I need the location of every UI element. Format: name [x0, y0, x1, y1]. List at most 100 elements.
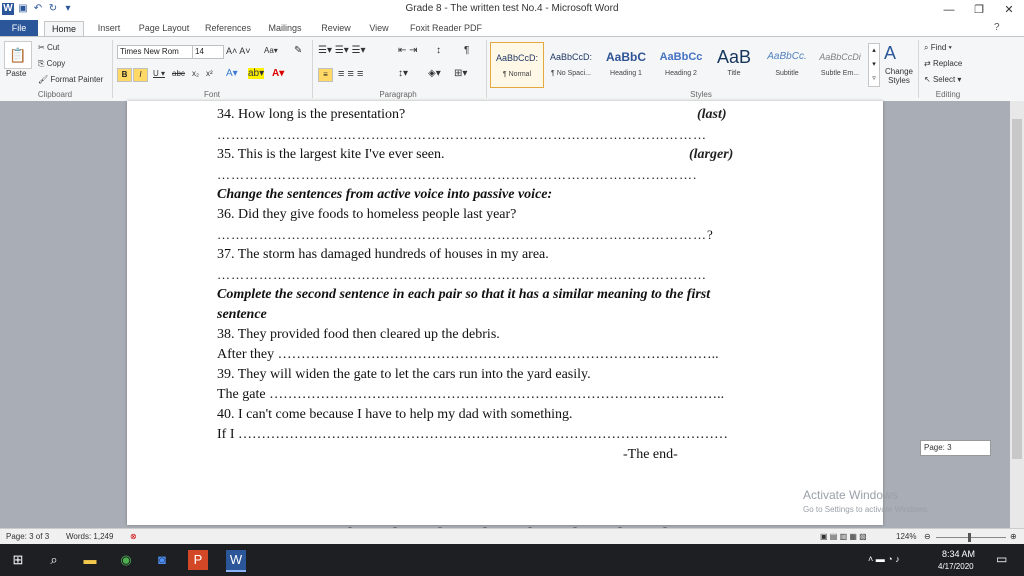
brush-icon: 🖌 [38, 75, 51, 84]
tab-review[interactable]: Review [316, 21, 356, 36]
bold-button[interactable]: B [117, 68, 132, 82]
change-styles-button[interactable]: Change Styles [882, 67, 916, 85]
zoom-slider[interactable] [936, 537, 1006, 538]
change-styles-icon[interactable]: A [884, 43, 896, 64]
close-icon[interactable]: ✕ [994, 0, 1024, 20]
line-spacing-icon[interactable]: ↕▾ [398, 68, 408, 79]
align-left-button[interactable]: ≡ [318, 68, 333, 82]
strikethrough-button[interactable]: abc [172, 69, 185, 78]
font-size-select[interactable]: 14 [192, 45, 224, 59]
answer-39: The gate …………………………………………………………………………………… [217, 387, 725, 402]
document-page[interactable]: 34. How long is the presentation? (last)… [127, 101, 883, 525]
file-explorer-icon[interactable]: ▬ [80, 550, 100, 570]
superscript-button[interactable]: x² [206, 69, 213, 78]
cursor-icon: ↖ [924, 75, 933, 84]
chrome-icon[interactable]: ◉ [116, 550, 136, 570]
tab-file[interactable]: File [0, 20, 38, 36]
sort-icon[interactable]: ↕ [436, 45, 441, 56]
style-heading-1[interactable]: AaBbC Heading 1 [600, 42, 652, 86]
indent-icon[interactable]: ⇤ ⇥ [398, 45, 418, 56]
clipboard-icon[interactable]: 📋 [4, 41, 32, 69]
help-icon[interactable]: ? [994, 22, 1000, 33]
status-bar: Page: 3 of 3 Words: 1,249 ⊗ ▣ ▤ ▥ ▦ ▧ 12… [0, 528, 1024, 545]
italic-button[interactable]: I [133, 68, 148, 82]
underline-button[interactable]: U ▾ [153, 69, 165, 78]
the-end: -The end- [623, 447, 678, 462]
copy-button[interactable]: ⎘ Copy [38, 59, 65, 69]
style-subtle-emphasis[interactable]: AaBbCcDi Subtle Em... [814, 42, 866, 86]
style-sample: AaBbCcD: [495, 53, 539, 63]
page-count[interactable]: Page: 3 of 3 [6, 532, 49, 541]
tray-icons[interactable]: ˄ ▬ ◔ ♪ [868, 554, 900, 564]
group-label-paragraph: Paragraph [379, 90, 417, 99]
scroll-thumb[interactable] [1012, 119, 1022, 459]
zoom-out-icon[interactable]: ⊖ [924, 532, 931, 541]
clock-date[interactable]: 4/17/2020 [938, 562, 974, 571]
cut-button[interactable]: ✂ Cut [38, 43, 59, 52]
zoom-app-icon[interactable]: ◙ [152, 550, 172, 570]
taskbar: ⊞ ⌕ ▬ ◉ ◙ P W ˄ ▬ ◔ ♪ 8:34 AM 4/17/2020 … [0, 544, 1024, 576]
subscript-button[interactable]: x₂ [192, 69, 199, 78]
tab-mailings[interactable]: Mailings [262, 21, 308, 36]
notification-icon[interactable]: ▭ [996, 552, 1007, 566]
text-effects-icon[interactable]: A▾ [226, 68, 238, 79]
minimize-icon[interactable]: — [934, 0, 964, 20]
windows-start-icon[interactable]: ⊞ [8, 550, 28, 570]
style-title[interactable]: AaB Title [708, 42, 760, 86]
restore-icon[interactable]: ❐ [964, 0, 994, 20]
grow-font-icon[interactable]: A˄ A˅ [226, 46, 251, 56]
zoom-slider-thumb[interactable] [968, 533, 971, 542]
search-icon[interactable]: ⌕ [44, 550, 64, 570]
ribbon: 📋 Paste ✂ Cut ⎘ Copy 🖌 Format Painter Cl… [0, 36, 1024, 102]
tab-view[interactable]: View [362, 21, 396, 36]
zoom-level[interactable]: 124% [896, 532, 916, 541]
align-center-icon[interactable]: ≡ ≡ ≡ [338, 68, 363, 80]
answer-line: …………………………………………………………………………………………… [217, 127, 707, 142]
shading-icon[interactable]: ◈▾ [428, 68, 441, 79]
style-heading-2[interactable]: AaBbCc Heading 2 [655, 42, 707, 86]
style-sample: AaBbCc. [767, 51, 807, 62]
borders-icon[interactable]: ⊞▾ [454, 68, 467, 79]
format-painter-label: Format Painter [50, 75, 104, 84]
answer-line: …………………………………………………………………………………………. [217, 167, 698, 182]
styles-scroll[interactable]: ▴ ▾ ▿ [868, 43, 880, 87]
cut-label: Cut [46, 43, 60, 52]
select-button[interactable]: ↖ Select ▾ [924, 75, 961, 84]
word-count[interactable]: Words: 1,249 [66, 532, 113, 541]
vertical-scrollbar[interactable] [1010, 101, 1024, 528]
question-34: 34. How long is the presentation? [217, 107, 406, 122]
powerpoint-icon[interactable]: P [188, 550, 208, 570]
find-label: Find [930, 43, 947, 52]
section-heading-rewrite: Complete the second sentence in each pai… [217, 287, 711, 302]
question-38: 38. They provided food then cleared up t… [217, 327, 500, 342]
clear-format-icon[interactable]: ✎ [294, 45, 302, 56]
bullets-icon[interactable]: ☰▾ ☰▾ ☰▾ [318, 45, 366, 56]
view-buttons-icon[interactable]: ▣ ▤ ▥ ▦ ▧ [820, 532, 867, 541]
tab-page-layout[interactable]: Page Layout [136, 21, 192, 36]
highlight-icon[interactable]: ab▾ [248, 68, 265, 79]
clock-time[interactable]: 8:34 AM [942, 549, 975, 559]
question-36: 36. Did they give foods to homeless peop… [217, 207, 517, 222]
tab-home[interactable]: Home [44, 21, 84, 37]
find-button[interactable]: ⌕ Find ▾ [924, 43, 952, 53]
tab-references[interactable]: References [200, 21, 256, 36]
proofing-icon[interactable]: ⊗ [130, 532, 137, 541]
tab-insert[interactable]: Insert [90, 21, 128, 36]
font-name-select[interactable]: Times New Rom [117, 45, 193, 59]
answer-line: …………………………………………………………………………………………… [217, 267, 707, 282]
replace-button[interactable]: ⇄ Replace [924, 59, 962, 68]
section-heading-passive: Change the sentences from active voice i… [217, 187, 553, 202]
binoculars-icon: ⌕ [924, 43, 931, 52]
tab-foxit[interactable]: Foxit Reader PDF [404, 21, 488, 36]
format-painter-button[interactable]: 🖌 Format Painter [38, 75, 103, 84]
word-taskbar-icon[interactable]: W [226, 550, 246, 572]
font-color-icon[interactable]: A▾ [272, 68, 284, 79]
style-sample: AaBbCcDi [819, 52, 861, 62]
change-case-icon[interactable]: Aa▾ [264, 46, 278, 55]
style-no-spacing[interactable]: AaBbCcD: ¶ No Spaci... [545, 42, 597, 86]
pilcrow-icon[interactable]: ¶ [464, 45, 469, 56]
zoom-in-icon[interactable]: ⊕ [1010, 532, 1017, 541]
style-subtitle[interactable]: AaBbCc. Subtitle [761, 42, 813, 86]
paste-button[interactable]: Paste [6, 69, 26, 78]
style-normal[interactable]: AaBbCcD: ¶ Normal [490, 42, 544, 88]
